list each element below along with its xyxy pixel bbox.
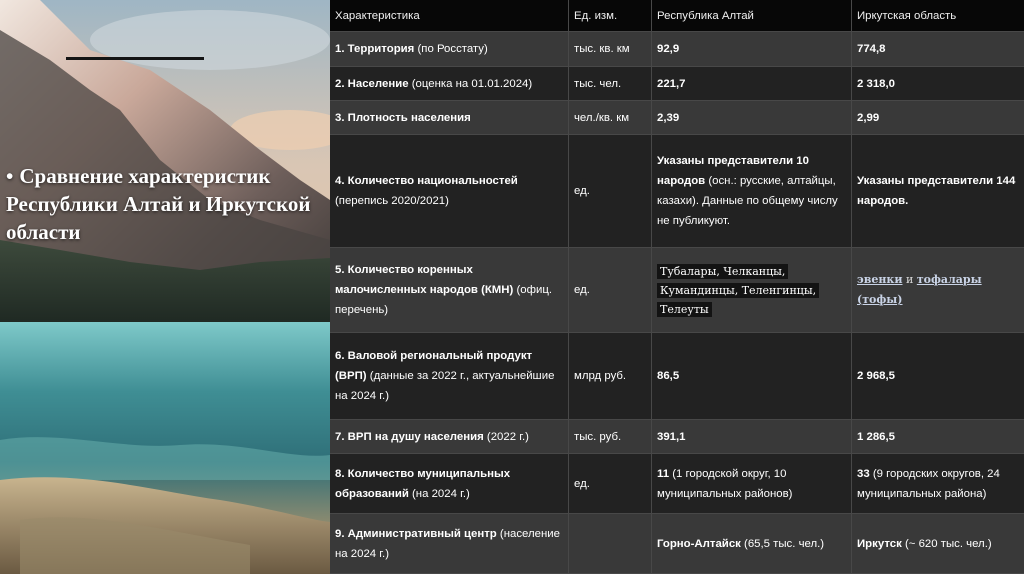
link-evenki[interactable]: эвенки [857, 273, 903, 286]
row-label-note: (данные за 2022 г., актуальнейшие на 202… [335, 370, 555, 402]
header-unit: Ед. изм. [569, 0, 652, 32]
row-label-note: (на 2024 г.) [408, 487, 470, 500]
title-text: Сравнение характеристик Республики Алтай… [6, 164, 311, 244]
row-value-irkutsk: 33 (9 городских округов, 24 муниципальны… [852, 454, 1024, 514]
row-value-irkutsk: 774,8 [852, 32, 1024, 67]
value-note: (1 городской округ, 10 муниципальных рай… [657, 467, 793, 500]
value-bold: Иркутск [857, 537, 902, 550]
row-label-note: (оценка на 01.01.2024) [408, 77, 533, 90]
row-unit: тыс. руб. [569, 420, 652, 454]
row-unit: тыс. кв. км [569, 32, 652, 67]
title-accent-line [66, 57, 204, 60]
row-value-altai: Тубалары, Челканцы, Кумандинцы, Теленгин… [652, 248, 852, 333]
table-row: 5. Количество коренных малочисленных нар… [330, 248, 1024, 333]
row-value-irkutsk: Иркутск (~ 620 тыс. чел.) [852, 514, 1024, 574]
table-row: 8. Количество муниципальных образований … [330, 454, 1024, 514]
row-value-altai: Горно-Алтайск (65,5 тыс. чел.) [652, 514, 852, 574]
value-bold: 11 [657, 467, 670, 480]
row-unit [569, 514, 652, 574]
row-label-bold: 7. ВРП на душу населения [335, 430, 484, 443]
row-unit: чел./кв. км [569, 101, 652, 135]
row-label-note: (2022 г.) [483, 430, 529, 443]
row-label-bold: 4. Количество национальностей [335, 175, 518, 187]
row-label: 3. Плотность населения [330, 101, 569, 135]
landscape-illustration [0, 0, 330, 574]
header-irkutsk: Иркутская область [852, 0, 1024, 32]
value-note: (~ 620 тыс. чел.) [901, 537, 992, 550]
row-label-bold: 5. Количество коренных малочисленных нар… [335, 264, 514, 296]
row-unit: ед. [569, 248, 652, 333]
row-unit: млрд руб. [569, 333, 652, 420]
row-label-note: (перепись 2020/2021) [335, 195, 449, 207]
table-row: 4. Количество национальностей (перепись … [330, 135, 1024, 248]
row-unit: ед. [569, 135, 652, 248]
header-altai: Республика Алтай [652, 0, 852, 32]
table-header-row: Характеристика Ед. изм. Республика Алтай… [330, 0, 1024, 32]
row-label-bold: 2. Население [335, 77, 409, 90]
table-row: 2. Население (оценка на 01.01.2024) тыс.… [330, 67, 1024, 101]
row-value-irkutsk: 2,99 [852, 101, 1024, 135]
row-label-bold: 1. Территория [335, 43, 415, 55]
row-label: 8. Количество муниципальных образований … [330, 454, 569, 514]
value-bold: 33 [857, 467, 870, 480]
row-label: 4. Количество национальностей (перепись … [330, 135, 569, 248]
people-line: Тубалары, Челканцы, [657, 263, 789, 279]
row-value-irkutsk: 2 968,5 [852, 333, 1024, 420]
row-label-bold: 9. Административный центр [335, 527, 497, 540]
table-row: 7. ВРП на душу населения (2022 г.) тыс. … [330, 420, 1024, 454]
row-label: 9. Административный центр (население на … [330, 514, 569, 574]
link-separator: и [902, 273, 917, 286]
row-label: 2. Население (оценка на 01.01.2024) [330, 67, 569, 101]
table-row: 1. Территория (по Росстату) тыс. кв. км … [330, 32, 1024, 67]
row-label: 6. Валовой региональный продукт (ВРП) (д… [330, 333, 569, 420]
row-label: 7. ВРП на душу населения (2022 г.) [330, 420, 569, 454]
row-value-altai: 221,7 [652, 67, 852, 101]
table-row: 3. Плотность населения чел./кв. км 2,39 … [330, 101, 1024, 135]
row-value-altai: 391,1 [652, 420, 852, 454]
row-value-irkutsk: 1 286,5 [852, 420, 1024, 454]
table-row: 6. Валовой региональный продукт (ВРП) (д… [330, 333, 1024, 420]
mountain-lake-photo [0, 0, 330, 574]
row-unit: ед. [569, 454, 652, 514]
row-value-altai: 86,5 [652, 333, 852, 420]
header-characteristic: Характеристика [330, 0, 569, 32]
row-value-irkutsk: Указаны представители 144 народов. [852, 135, 1024, 248]
value-note: (65,5 тыс. чел.) [740, 537, 825, 550]
row-value-irkutsk: эвенки и тофалары (тофы) [852, 248, 1024, 333]
people-line: Кумандинцы, Теленгинцы, [657, 282, 820, 298]
row-value-altai: Указаны представители 10 народов (осн.: … [652, 135, 852, 248]
value-bold: Горно-Алтайск [657, 537, 741, 550]
people-line: Телеуты [657, 301, 712, 317]
row-value-irkutsk: 2 318,0 [852, 67, 1024, 101]
slide-title: • Сравнение характеристик Республики Алта… [6, 162, 324, 246]
row-label: 1. Территория (по Росстату) [330, 32, 569, 67]
row-value-altai: 11 (1 городской округ, 10 муниципальных … [652, 454, 852, 514]
title-bullet: • [6, 164, 14, 188]
row-value-altai: 2,39 [652, 101, 852, 135]
row-unit: тыс. чел. [569, 67, 652, 101]
value-note: (9 городских округов, 24 муниципальных р… [857, 467, 1000, 500]
table-row: 9. Административный центр (население на … [330, 514, 1024, 574]
comparison-table: Характеристика Ед. изм. Республика Алтай… [330, 0, 1024, 574]
row-label-note: (по Росстату) [414, 43, 488, 55]
row-label-bold: 3. Плотность населения [335, 111, 471, 124]
row-value-altai: 92,9 [652, 32, 852, 67]
row-label: 5. Количество коренных малочисленных нар… [330, 248, 569, 333]
